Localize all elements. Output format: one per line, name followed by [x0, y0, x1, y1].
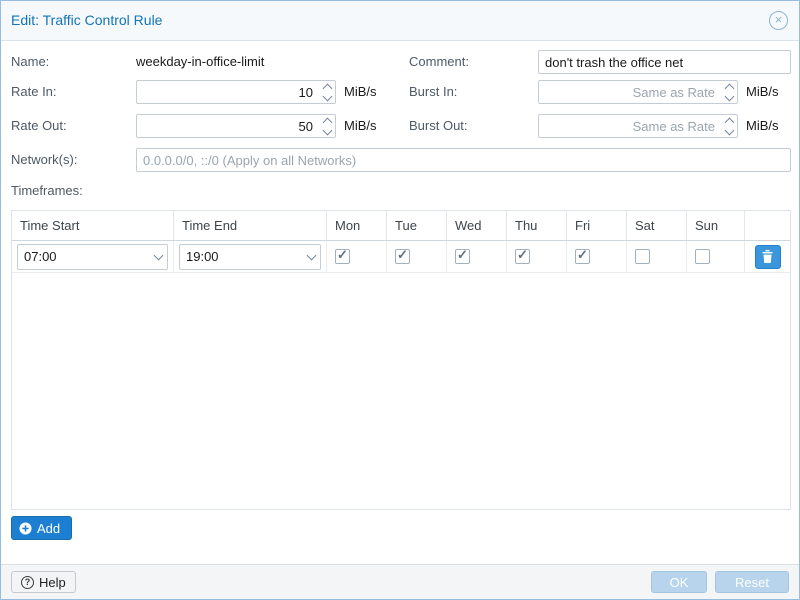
- column-header-tue[interactable]: Tue: [387, 211, 447, 240]
- day-cell: [327, 241, 387, 272]
- day-cell: [387, 241, 447, 272]
- time-end-combo-cell: [174, 241, 327, 272]
- day-cell: [567, 241, 627, 272]
- column-header-wed[interactable]: Wed: [447, 211, 507, 240]
- grid-rows: [12, 241, 790, 273]
- burst-in-input[interactable]: [538, 80, 738, 104]
- burst-in-unit: MiB/s: [746, 84, 779, 99]
- burst-out-spinner[interactable]: [721, 115, 737, 137]
- day-checkbox-sun[interactable]: [695, 249, 710, 264]
- day-checkbox-thu[interactable]: [515, 249, 530, 264]
- column-header-actions[interactable]: [745, 211, 790, 240]
- day-checkbox-sat[interactable]: [635, 249, 650, 264]
- rate-in-label: Rate In:: [11, 84, 57, 99]
- timeframe-row[interactable]: [12, 241, 790, 273]
- add-button[interactable]: Add: [11, 516, 72, 540]
- networks-input[interactable]: [136, 148, 791, 172]
- rate-out-spinner[interactable]: [319, 115, 335, 137]
- rate-out-unit: MiB/s: [344, 118, 377, 133]
- rate-in-input[interactable]: [136, 80, 336, 104]
- column-header-sun[interactable]: Sun: [687, 211, 745, 240]
- burst-out-label: Burst Out:: [409, 118, 468, 133]
- ok-button[interactable]: OK: [651, 571, 707, 593]
- dialog-footer: ? Help OK Reset: [1, 564, 799, 599]
- column-header-time-end[interactable]: Time End: [174, 211, 327, 240]
- trash-icon: [762, 250, 773, 263]
- spinner-down-icon[interactable]: [724, 91, 734, 101]
- chevron-down-icon[interactable]: [302, 245, 320, 269]
- delete-row-button[interactable]: [755, 245, 781, 269]
- name-label: Name:: [11, 54, 49, 69]
- dialog-title: Edit: Traffic Control Rule: [11, 12, 162, 28]
- spinner-down-icon[interactable]: [322, 91, 332, 101]
- day-checkbox-tue[interactable]: [395, 249, 410, 264]
- column-header-time-start[interactable]: Time Start: [12, 211, 174, 240]
- actions-cell: [745, 241, 790, 272]
- rate-out-label: Rate Out:: [11, 118, 67, 133]
- help-button[interactable]: ? Help: [11, 571, 76, 593]
- comment-label: Comment:: [409, 54, 469, 69]
- edit-traffic-control-rule-dialog: Edit: Traffic Control Rule × Name: weekd…: [0, 0, 800, 600]
- day-checkbox-wed[interactable]: [455, 249, 470, 264]
- time-start-combo[interactable]: [17, 244, 168, 270]
- day-cell: [447, 241, 507, 272]
- burst-in-spinner[interactable]: [721, 81, 737, 103]
- day-cell: [507, 241, 567, 272]
- spinner-down-icon[interactable]: [724, 125, 734, 135]
- dialog-header: Edit: Traffic Control Rule ×: [1, 1, 799, 41]
- timeframes-label: Timeframes:: [11, 183, 83, 198]
- time-start-combo-input[interactable]: [18, 245, 167, 269]
- burst-out-unit: MiB/s: [746, 118, 779, 133]
- comment-input[interactable]: [538, 50, 791, 74]
- time-end-combo-input[interactable]: [180, 245, 320, 269]
- column-header-sat[interactable]: Sat: [627, 211, 687, 240]
- rate-in-spinner[interactable]: [319, 81, 335, 103]
- plus-circle-icon: [19, 522, 32, 535]
- timeframes-grid: Time StartTime EndMonTueWedThuFriSatSun: [11, 210, 791, 510]
- time-end-combo[interactable]: [179, 244, 321, 270]
- day-checkbox-mon[interactable]: [335, 249, 350, 264]
- rate-in-unit: MiB/s: [344, 84, 377, 99]
- add-button-label: Add: [37, 521, 60, 536]
- day-cell: [687, 241, 745, 272]
- networks-label: Network(s):: [11, 152, 77, 167]
- rate-in-field: [136, 80, 336, 104]
- question-circle-icon: ?: [21, 576, 34, 589]
- name-value: weekday-in-office-limit: [136, 54, 264, 69]
- reset-button[interactable]: Reset: [715, 571, 789, 593]
- grid-header-row: Time StartTime EndMonTueWedThuFriSatSun: [12, 211, 790, 241]
- burst-in-field: [538, 80, 738, 104]
- spinner-down-icon[interactable]: [322, 125, 332, 135]
- rate-out-input[interactable]: [136, 114, 336, 138]
- close-icon[interactable]: ×: [769, 11, 788, 30]
- rate-out-field: [136, 114, 336, 138]
- burst-in-label: Burst In:: [409, 84, 457, 99]
- column-header-thu[interactable]: Thu: [507, 211, 567, 240]
- column-header-fri[interactable]: Fri: [567, 211, 627, 240]
- day-checkbox-fri[interactable]: [575, 249, 590, 264]
- chevron-down-icon[interactable]: [149, 245, 167, 269]
- day-cell: [627, 241, 687, 272]
- help-button-label: Help: [39, 575, 66, 590]
- column-header-mon[interactable]: Mon: [327, 211, 387, 240]
- burst-out-field: [538, 114, 738, 138]
- time-start-combo-cell: [12, 241, 174, 272]
- burst-out-input[interactable]: [538, 114, 738, 138]
